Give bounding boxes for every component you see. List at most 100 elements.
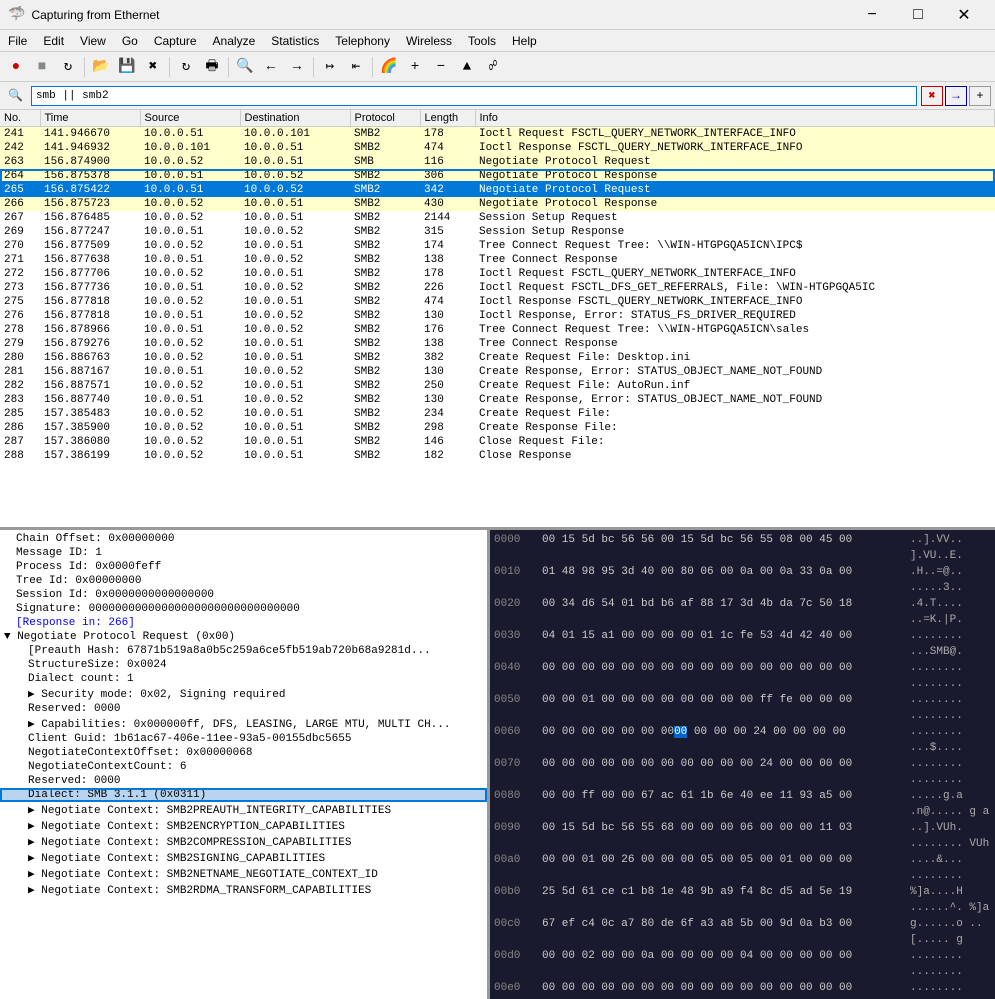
filterbar: 🔍 ✖ → + [0, 82, 995, 110]
menu-item-tools[interactable]: Tools [460, 30, 504, 52]
detail-line[interactable]: ▼ Negotiate Protocol Request (0x00) [0, 630, 487, 644]
col-source[interactable]: Source [140, 110, 240, 127]
table-row[interactable]: 276156.87781810.0.0.5110.0.0.52SMB2130Io… [0, 309, 995, 323]
title: Capturing from Ethernet [31, 8, 849, 22]
table-row[interactable]: 281156.88716710.0.0.5110.0.0.52SMB2130Cr… [0, 365, 995, 379]
table-row[interactable]: 263156.87490010.0.0.5210.0.0.51SMB116Neg… [0, 155, 995, 169]
close-button[interactable]: ✕ [941, 0, 987, 30]
detail-line[interactable]: ▶ Negotiate Context: SMB2ENCRYPTION_CAPA… [0, 818, 487, 834]
table-row[interactable]: 287157.38608010.0.0.5210.0.0.51SMB2146Cl… [0, 435, 995, 449]
minimize-button[interactable]: − [849, 0, 895, 30]
menu-item-edit[interactable]: Edit [35, 30, 72, 52]
goto-button[interactable]: ↦ [318, 55, 342, 79]
menu-item-analyze[interactable]: Analyze [205, 30, 264, 52]
table-row[interactable]: 267156.87648510.0.0.5210.0.0.51SMB22144S… [0, 211, 995, 225]
table-row[interactable]: 286157.38590010.0.0.5210.0.0.51SMB2298Cr… [0, 421, 995, 435]
menu-item-capture[interactable]: Capture [146, 30, 205, 52]
table-row[interactable]: 266156.87572310.0.0.5210.0.0.51SMB2430Ne… [0, 197, 995, 211]
detail-line: Reserved: 0000 [0, 702, 487, 716]
hex-line: 00d000 00 02 00 00 0a 00 00 00 00 04 00 … [494, 948, 991, 980]
save-button[interactable]: 💾 [115, 55, 139, 79]
print-button[interactable]: 🖶 [200, 55, 224, 79]
detail-line[interactable]: ▶ Negotiate Context: SMB2COMPRESSION_CAP… [0, 834, 487, 850]
find-button[interactable]: 🔍 [233, 55, 257, 79]
table-row[interactable]: 283156.88774010.0.0.5110.0.0.52SMB2130Cr… [0, 393, 995, 407]
layout-button[interactable]: ☍ [481, 55, 505, 79]
table-row[interactable]: 275156.87781810.0.0.5210.0.0.51SMB2474Io… [0, 295, 995, 309]
reset-zoom-button[interactable]: ▲ [455, 55, 479, 79]
menu-item-telephony[interactable]: Telephony [327, 30, 398, 52]
detail-line: Dialect: SMB 3.1.1 (0x0311) [0, 788, 487, 802]
stop-capture-button[interactable]: ■ [30, 55, 54, 79]
col-info[interactable]: Info [475, 110, 995, 127]
save-filter-button[interactable]: + [969, 86, 991, 106]
hex-line: 003004 01 15 a1 00 00 00 00 01 1c fe 53 … [494, 628, 991, 660]
hex-line: 000000 15 5d bc 56 56 00 15 5d bc 56 55 … [494, 532, 991, 564]
menu-item-help[interactable]: Help [504, 30, 545, 52]
hex-line: 00e000 00 00 00 00 00 00 00 00 00 00 00 … [494, 980, 991, 999]
table-row[interactable]: 279156.87927610.0.0.5210.0.0.51SMB2138Tr… [0, 337, 995, 351]
table-row[interactable]: 242141.94693210.0.0.10110.0.0.51SMB2474I… [0, 141, 995, 155]
menubar: FileEditViewGoCaptureAnalyzeStatisticsTe… [0, 30, 995, 52]
next-button[interactable]: → [285, 55, 309, 79]
colorize-button[interactable]: 🌈 [377, 55, 401, 79]
bottom-panes: Chain Offset: 0x00000000Message ID: 1Pro… [0, 530, 995, 999]
detail-link[interactable]: [Response in: 266] [16, 617, 135, 629]
table-row[interactable]: 271156.87763810.0.0.5110.0.0.52SMB2138Tr… [0, 253, 995, 267]
zoom-in-button[interactable]: + [403, 55, 427, 79]
menu-item-go[interactable]: Go [114, 30, 146, 52]
filter-icon: 🔍 [4, 86, 27, 105]
table-row[interactable]: 285157.38548310.0.0.5210.0.0.51SMB2234Cr… [0, 407, 995, 421]
open-button[interactable]: 📂 [89, 55, 113, 79]
detail-line[interactable]: ▶ Security mode: 0x02, Signing required [0, 686, 487, 702]
col-no[interactable]: No. [0, 110, 40, 127]
table-row[interactable]: 272156.87770610.0.0.5210.0.0.51SMB2178Io… [0, 267, 995, 281]
menu-item-view[interactable]: View [72, 30, 114, 52]
first-button[interactable]: ⇤ [344, 55, 368, 79]
col-destination[interactable]: Destination [240, 110, 350, 127]
detail-line[interactable]: ▶ Negotiate Context: SMB2PREAUTH_INTEGRI… [0, 802, 487, 818]
detail-line[interactable]: ▶ Negotiate Context: SMB2SIGNING_CAPABIL… [0, 850, 487, 866]
table-row[interactable]: 269156.87724710.0.0.5110.0.0.52SMB2315Se… [0, 225, 995, 239]
detail-line: Reserved: 0000 [0, 774, 487, 788]
hex-line: 00c067 ef c4 0c a7 80 de 6f a3 a8 5b 00 … [494, 916, 991, 948]
detail-line[interactable]: ▶ Negotiate Context: SMB2NETNAME_NEGOTIA… [0, 866, 487, 882]
apply-filter-button[interactable]: → [945, 86, 967, 106]
reload-button[interactable]: ↻ [174, 55, 198, 79]
table-row[interactable]: 280156.88676310.0.0.5210.0.0.51SMB2382Cr… [0, 351, 995, 365]
menu-item-file[interactable]: File [0, 30, 35, 52]
table-row[interactable]: 270156.87750910.0.0.5210.0.0.51SMB2174Tr… [0, 239, 995, 253]
col-length[interactable]: Length [420, 110, 475, 127]
detail-line: [Response in: 266] [0, 616, 487, 630]
packet-details[interactable]: Chain Offset: 0x00000000Message ID: 1Pro… [0, 530, 490, 999]
table-row[interactable]: 288157.38619910.0.0.5210.0.0.51SMB2182Cl… [0, 449, 995, 463]
detail-line[interactable]: ▶ Negotiate Context: SMB2RDMA_TRANSFORM_… [0, 882, 487, 898]
hex-line: 008000 00 ff 00 00 67 ac 61 1b 6e 40 ee … [494, 788, 991, 820]
zoom-out-button[interactable]: − [429, 55, 453, 79]
filter-input[interactable] [31, 86, 917, 106]
col-time[interactable]: Time [40, 110, 140, 127]
menu-item-statistics[interactable]: Statistics [263, 30, 327, 52]
close-capture-button[interactable]: ✖ [141, 55, 165, 79]
main-area: No. Time Source Destination Protocol Len… [0, 110, 995, 999]
clear-filter-button[interactable]: ✖ [921, 86, 943, 106]
table-row[interactable]: 265156.87542210.0.0.5110.0.0.52SMB2342Ne… [0, 183, 995, 197]
table-row[interactable]: 278156.87896610.0.0.5110.0.0.52SMB2176Tr… [0, 323, 995, 337]
packet-list[interactable]: No. Time Source Destination Protocol Len… [0, 110, 995, 530]
detail-line[interactable]: ▶ Capabilities: 0x000000ff, DFS, LEASING… [0, 716, 487, 732]
maximize-button[interactable]: □ [895, 0, 941, 30]
hex-dump[interactable]: 000000 15 5d bc 56 56 00 15 5d bc 56 55 … [490, 530, 995, 999]
detail-line: NegotiateContextOffset: 0x00000068 [0, 746, 487, 760]
hex-line: 001001 48 98 95 3d 40 00 80 06 00 0a 00 … [494, 564, 991, 596]
start-capture-button[interactable]: ● [4, 55, 28, 79]
separator-2 [169, 57, 170, 77]
restart-capture-button[interactable]: ↻ [56, 55, 80, 79]
table-row[interactable]: 282156.88757110.0.0.5210.0.0.51SMB2250Cr… [0, 379, 995, 393]
separator-1 [84, 57, 85, 77]
prev-button[interactable]: ← [259, 55, 283, 79]
table-row[interactable]: 273156.87773610.0.0.5110.0.0.52SMB2226Io… [0, 281, 995, 295]
table-row[interactable]: 241141.94667010.0.0.5110.0.0.101SMB2178I… [0, 127, 995, 142]
menu-item-wireless[interactable]: Wireless [398, 30, 460, 52]
col-protocol[interactable]: Protocol [350, 110, 420, 127]
table-row[interactable]: 264156.87537810.0.0.5110.0.0.52SMB2306Ne… [0, 169, 995, 183]
